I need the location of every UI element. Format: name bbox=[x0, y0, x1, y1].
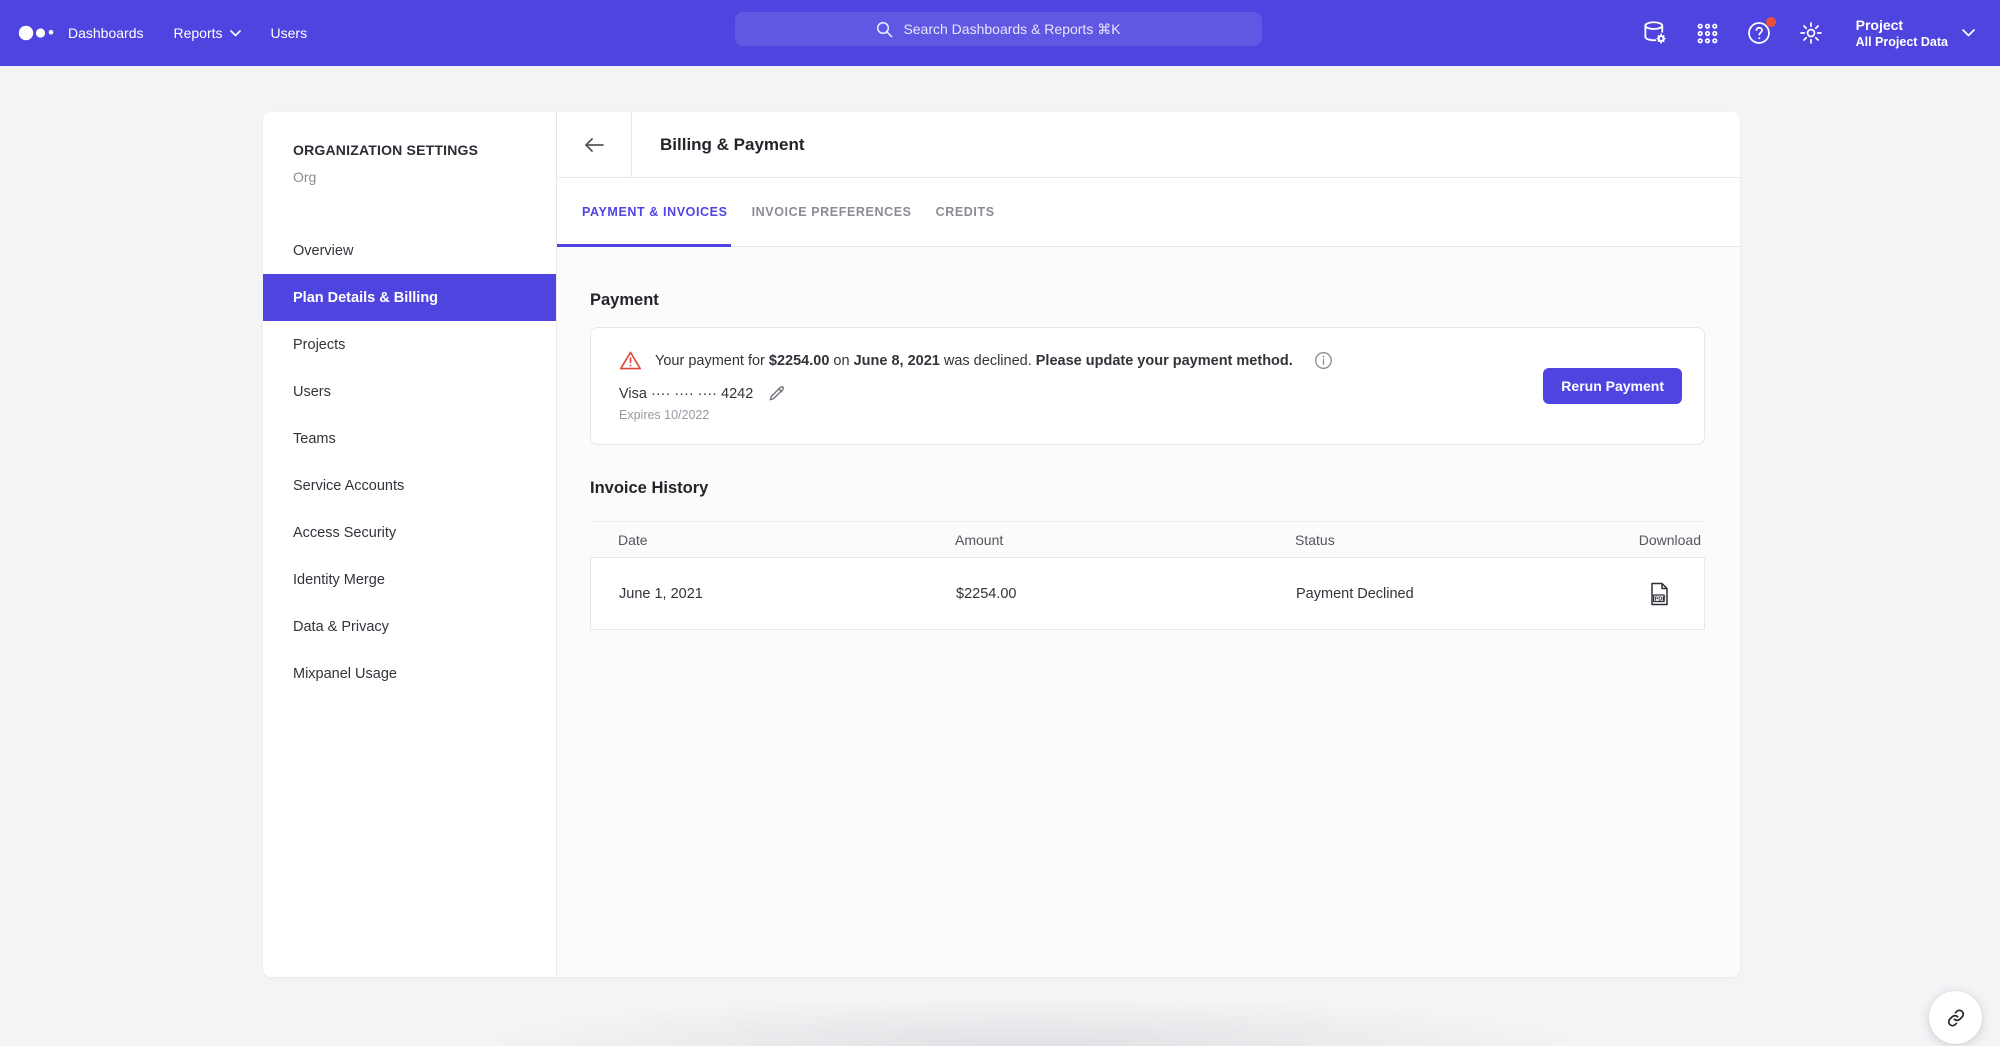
org-name: Org bbox=[293, 169, 556, 185]
info-icon[interactable] bbox=[1314, 351, 1333, 370]
nav-reports-label: Reports bbox=[174, 25, 223, 41]
nav-dashboards-label: Dashboards bbox=[68, 25, 144, 41]
arrow-left-icon bbox=[583, 136, 605, 154]
bottom-shadow bbox=[480, 998, 1580, 1046]
sidebar-item-data-privacy[interactable]: Data & Privacy bbox=[263, 603, 556, 650]
alert-suffix: was declined. bbox=[940, 353, 1036, 369]
project-selector-subtitle: All Project Data bbox=[1856, 35, 1948, 49]
top-nav: Dashboards Reports Users Search Dashboar… bbox=[0, 0, 2000, 66]
alert-bold-suffix: Please update your payment method. bbox=[1036, 353, 1293, 369]
settings-panel: ORGANIZATION SETTINGS Org Overview Plan … bbox=[263, 112, 1740, 977]
search-placeholder: Search Dashboards & Reports ⌘K bbox=[903, 21, 1120, 38]
sidebar-item-projects[interactable]: Projects bbox=[263, 321, 556, 368]
chevron-down-icon bbox=[230, 30, 241, 37]
payment-declined-alert: Your payment for $2254.00 on June 8, 202… bbox=[619, 350, 1676, 371]
search-input[interactable]: Search Dashboards & Reports ⌘K bbox=[735, 12, 1262, 46]
card-brand: Visa bbox=[619, 386, 647, 402]
alert-prefix: Your payment for bbox=[655, 353, 769, 369]
tab-payment-invoices[interactable]: PAYMENT & INVOICES bbox=[557, 178, 740, 246]
billing-tabs: PAYMENT & INVOICES INVOICE PREFERENCES C… bbox=[557, 178, 1740, 247]
nav-links: Dashboards Reports Users bbox=[68, 0, 307, 66]
pdf-icon-label: PDF bbox=[1655, 596, 1667, 602]
invoice-table-header: Date Amount Status Download bbox=[590, 521, 1705, 558]
nav-right-cluster: Project All Project Data bbox=[1642, 0, 1975, 66]
project-selector[interactable]: Project All Project Data bbox=[1856, 17, 1975, 49]
back-button[interactable] bbox=[557, 112, 632, 177]
rerun-payment-button[interactable]: Rerun Payment bbox=[1543, 368, 1682, 404]
nav-reports[interactable]: Reports bbox=[174, 25, 241, 41]
sidebar-item-access-security[interactable]: Access Security bbox=[263, 509, 556, 556]
sidebar-item-users[interactable]: Users bbox=[263, 368, 556, 415]
apps-grid-icon[interactable] bbox=[1695, 21, 1720, 46]
invoice-row: June 1, 2021 $2254.00 Payment Declined P… bbox=[590, 558, 1705, 630]
card-number: Visa ···· ···· ···· 4242 bbox=[619, 386, 753, 402]
sidebar-item-teams[interactable]: Teams bbox=[263, 415, 556, 462]
nav-dashboards[interactable]: Dashboards bbox=[68, 25, 144, 41]
invoice-status: Payment Declined bbox=[1296, 586, 1636, 602]
settings-gear-icon[interactable] bbox=[1798, 20, 1824, 46]
sidebar-item-plan-details-billing[interactable]: Plan Details & Billing bbox=[263, 274, 556, 321]
invoice-table: Date Amount Status Download June 1, 2021… bbox=[590, 521, 1705, 630]
project-selector-title: Project bbox=[1856, 17, 1948, 33]
page-title: Billing & Payment bbox=[660, 112, 805, 177]
column-header-status: Status bbox=[1295, 532, 1635, 548]
billing-main: Billing & Payment PAYMENT & INVOICES INV… bbox=[557, 112, 1740, 977]
payment-card: Your payment for $2254.00 on June 8, 202… bbox=[590, 327, 1705, 445]
alert-amount: $2254.00 bbox=[769, 353, 829, 369]
card-masked-digits: ···· ···· ···· 4242 bbox=[651, 386, 753, 402]
warning-triangle-icon bbox=[619, 350, 642, 371]
tab-content: Payment Your payment for $2254.00 on Jun… bbox=[557, 247, 1740, 977]
download-pdf-icon[interactable]: PDF bbox=[1649, 582, 1670, 606]
help-icon[interactable] bbox=[1746, 20, 1772, 46]
copy-link-button[interactable] bbox=[1929, 991, 1982, 1044]
card-expiry: Expires 10/2022 bbox=[619, 408, 1676, 422]
card-on-file: Visa ···· ···· ···· 4242 bbox=[619, 384, 1676, 403]
sidebar-nav: Overview Plan Details & Billing Projects… bbox=[263, 227, 556, 697]
invoice-history-title: Invoice History bbox=[590, 479, 1705, 498]
invoice-amount: $2254.00 bbox=[956, 586, 1296, 602]
sidebar-item-identity-merge[interactable]: Identity Merge bbox=[263, 556, 556, 603]
chevron-down-icon bbox=[1962, 29, 1975, 37]
alert-text: Your payment for $2254.00 on June 8, 202… bbox=[655, 353, 1293, 369]
nav-users-label: Users bbox=[271, 25, 308, 41]
sidebar-item-mixpanel-usage[interactable]: Mixpanel Usage bbox=[263, 650, 556, 697]
edit-card-icon[interactable] bbox=[767, 384, 786, 403]
alert-date: June 8, 2021 bbox=[854, 353, 940, 369]
data-management-icon[interactable] bbox=[1642, 20, 1669, 47]
mixpanel-logo-icon[interactable] bbox=[18, 24, 58, 42]
search-icon bbox=[876, 21, 893, 38]
column-header-date: Date bbox=[618, 532, 955, 548]
payment-section-title: Payment bbox=[590, 247, 1705, 310]
tab-invoice-preferences[interactable]: INVOICE PREFERENCES bbox=[740, 178, 924, 246]
help-notification-badge bbox=[1766, 17, 1776, 27]
tab-credits[interactable]: CREDITS bbox=[924, 178, 1007, 246]
column-header-amount: Amount bbox=[955, 532, 1295, 548]
nav-users[interactable]: Users bbox=[271, 25, 308, 41]
org-settings-sidebar: ORGANIZATION SETTINGS Org Overview Plan … bbox=[263, 112, 557, 977]
link-icon bbox=[1946, 1008, 1966, 1028]
page-header: Billing & Payment bbox=[557, 112, 1740, 178]
sidebar-item-overview[interactable]: Overview bbox=[263, 227, 556, 274]
alert-middle: on bbox=[829, 353, 853, 369]
invoice-date: June 1, 2021 bbox=[619, 586, 956, 602]
column-header-download: Download bbox=[1635, 532, 1701, 548]
sidebar-item-service-accounts[interactable]: Service Accounts bbox=[263, 462, 556, 509]
sidebar-heading: ORGANIZATION SETTINGS bbox=[293, 142, 556, 158]
